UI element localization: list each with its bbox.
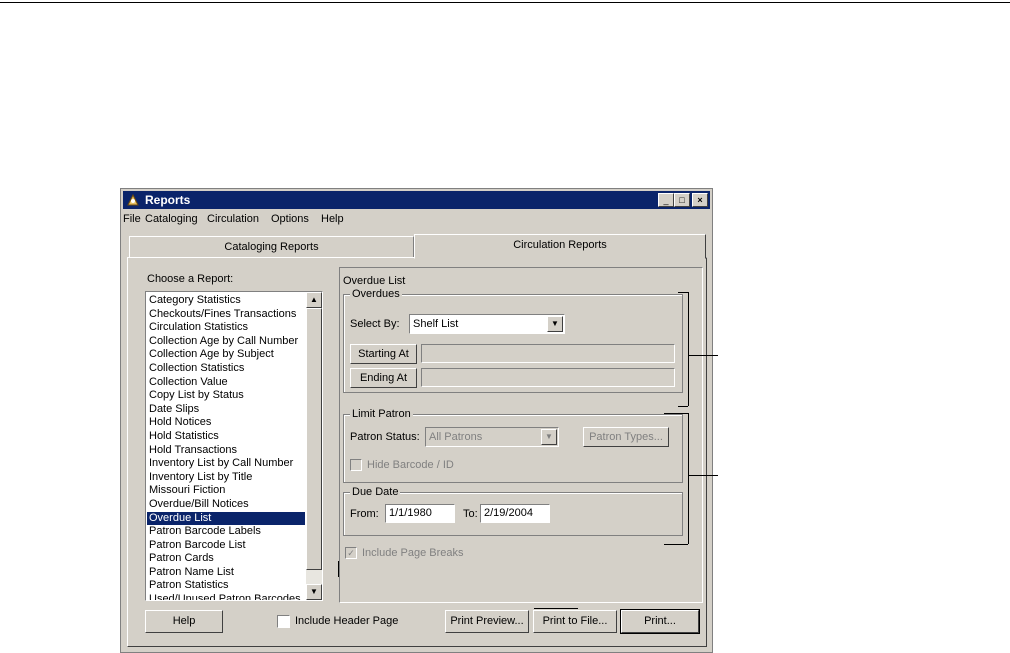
report-list-item[interactable]: Collection Age by Subject	[147, 348, 305, 362]
include-header-label: Include Header Page	[295, 615, 399, 627]
report-list-item[interactable]: Patron Barcode Labels	[147, 525, 305, 539]
report-list-item[interactable]: Inventory List by Call Number	[147, 457, 305, 471]
report-list-item[interactable]: Date Slips	[147, 403, 305, 417]
starting-at-field[interactable]	[421, 344, 675, 363]
callout-leader-overdues	[688, 355, 718, 356]
patron-status-value: All Patrons	[429, 431, 483, 443]
report-list-item[interactable]: Collection Value	[147, 376, 305, 390]
report-list-item[interactable]: Hold Transactions	[147, 444, 305, 458]
ending-at-button[interactable]: Ending At	[350, 368, 417, 388]
report-list-item[interactable]: Inventory List by Title	[147, 471, 305, 485]
reports-window: Reports _ □ × File Cataloging Circulatio…	[120, 188, 713, 653]
callout-bracket-mid-lower	[664, 413, 688, 414]
ending-at-field[interactable]	[421, 368, 675, 387]
report-list-item[interactable]: Overdue List	[147, 511, 305, 526]
report-list-item[interactable]: Copy List by Status	[147, 389, 305, 403]
to-date-field[interactable]: 2/19/2004	[480, 504, 550, 523]
print-button[interactable]: Print...	[620, 609, 700, 634]
report-list-items: Category Statistics Checkouts/Fines Trans…	[147, 294, 305, 600]
callout-marker-bottom	[534, 608, 578, 609]
report-list-item[interactable]: Patron Cards	[147, 552, 305, 566]
report-list-item[interactable]: Overdue/Bill Notices	[147, 498, 305, 512]
report-title: Overdue List	[343, 275, 406, 287]
report-list-item[interactable]: Circulation Statistics	[147, 321, 305, 335]
scroll-up-arrow-icon[interactable]: ▲	[306, 292, 322, 308]
report-list-item[interactable]: Patron Name List	[147, 566, 305, 580]
choose-report-label: Choose a Report:	[147, 273, 234, 285]
menu-help[interactable]: Help	[321, 213, 344, 225]
callout-bracket-lower	[688, 413, 689, 544]
to-label: To:	[463, 508, 478, 520]
chevron-down-icon[interactable]: ▼	[541, 429, 557, 445]
report-list-scrollbar[interactable]: ▲ ▼	[306, 292, 322, 600]
chevron-down-icon[interactable]: ▼	[547, 316, 563, 332]
print-to-file-button[interactable]: Print to File...	[533, 610, 617, 633]
patron-types-button[interactable]: Patron Types...	[583, 427, 669, 447]
report-list-item[interactable]: Used/Unused Patron Barcodes	[147, 593, 305, 600]
starting-at-button[interactable]: Starting At	[350, 344, 417, 364]
scroll-down-arrow-icon[interactable]: ▼	[306, 584, 322, 600]
report-listbox[interactable]: Category Statistics Checkouts/Fines Trans…	[145, 291, 323, 601]
hide-barcode-label: Hide Barcode / ID	[367, 459, 454, 471]
tab-cataloging-reports[interactable]: Cataloging Reports	[129, 236, 414, 258]
select-by-dropdown[interactable]: Shelf List ▼	[409, 314, 565, 334]
page-top-rule	[0, 2, 1010, 3]
menu-file[interactable]: File	[123, 213, 141, 225]
window-title: Reports	[145, 193, 191, 207]
patron-status-label: Patron Status:	[350, 431, 420, 443]
menu-options[interactable]: Options	[271, 213, 309, 225]
include-page-breaks-checkbox[interactable]: ✓	[345, 547, 357, 559]
tab-circulation-reports[interactable]: Circulation Reports	[414, 234, 706, 259]
callout-bracket-mid-upper	[678, 406, 688, 407]
app-icon	[127, 193, 139, 206]
due-date-group-label: Due Date	[350, 486, 401, 498]
hide-barcode-checkbox[interactable]	[350, 459, 362, 471]
callout-marker-left	[338, 561, 339, 577]
print-preview-button[interactable]: Print Preview...	[445, 610, 529, 633]
from-date-field[interactable]: 1/1/1980	[385, 504, 455, 523]
menu-cataloging[interactable]: Cataloging	[145, 213, 198, 225]
help-button[interactable]: Help	[145, 610, 223, 633]
limit-patron-group: Limit Patron	[343, 408, 683, 483]
callout-bracket-top	[678, 292, 688, 293]
maximize-button[interactable]: □	[674, 193, 690, 207]
overdues-group-label: Overdues	[350, 288, 402, 300]
report-list-item[interactable]: Missouri Fiction	[147, 484, 305, 498]
report-list-item[interactable]: Hold Notices	[147, 416, 305, 430]
report-list-item[interactable]: Checkouts/Fines Transactions	[147, 308, 305, 322]
menu-bar: File Cataloging Circulation Options Help	[123, 211, 710, 229]
callout-bracket-overdues	[688, 292, 689, 406]
patron-status-dropdown[interactable]: All Patrons ▼	[425, 427, 559, 447]
report-list-item[interactable]: Patron Barcode List	[147, 539, 305, 553]
menu-circulation[interactable]: Circulation	[207, 213, 259, 225]
report-list-item[interactable]: Hold Statistics	[147, 430, 305, 444]
report-list-item[interactable]: Category Statistics	[147, 294, 305, 308]
title-bar[interactable]: Reports _ □ ×	[123, 191, 710, 209]
select-by-label: Select By:	[350, 318, 400, 330]
scroll-thumb[interactable]	[306, 308, 322, 570]
callout-bracket-bottom	[664, 544, 688, 545]
callout-leader-limit	[688, 475, 718, 476]
include-page-breaks-label: Include Page Breaks	[362, 547, 464, 559]
select-by-value: Shelf List	[413, 318, 459, 330]
report-list-item[interactable]: Collection Age by Call Number	[147, 335, 305, 349]
close-button[interactable]: ×	[692, 193, 708, 207]
minimize-button[interactable]: _	[658, 193, 674, 207]
limit-patron-group-label: Limit Patron	[350, 408, 413, 420]
from-label: From:	[350, 508, 379, 520]
report-list-item[interactable]: Collection Statistics	[147, 362, 305, 376]
report-list-item[interactable]: Patron Statistics	[147, 579, 305, 593]
include-header-checkbox[interactable]	[277, 615, 290, 628]
